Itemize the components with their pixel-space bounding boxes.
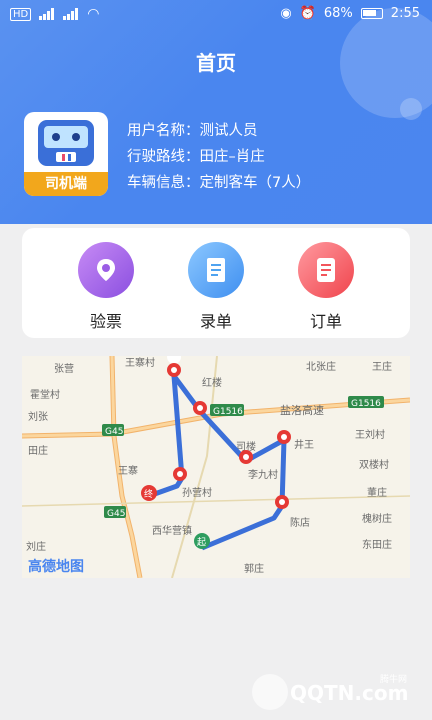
place-label: 刘张 (28, 411, 48, 423)
start-marker: 起 (194, 533, 210, 549)
avatar[interactable]: 司机端 (24, 112, 108, 196)
place-label: 红楼 (202, 376, 222, 389)
row-label: 行驶路线： (127, 149, 200, 165)
map-canvas: G45 G1516 盐洛高速 G45 G1516 张营 霍堂村 刘张 田庄 王寨… (22, 356, 410, 578)
place-label: 孙营村 (182, 486, 212, 499)
stop-marker (173, 467, 187, 481)
place-label: 霍堂村 (30, 388, 60, 401)
end-marker: 终 (141, 485, 157, 501)
action-label: 验票 (89, 312, 122, 331)
watermark: QQTN.com 腾牛网 (240, 670, 420, 714)
header: HD ◠ ◉ ⏰ 68% 2:55 首页 司机端 用户名称：测试人员 行驶路线：… (0, 0, 432, 224)
road-shield-label: G1516 (351, 399, 381, 409)
row-value: 测试人员 (199, 123, 258, 139)
stop-marker (239, 450, 253, 464)
place-label: 张营 (54, 362, 74, 375)
wifi-icon: ◠ (87, 6, 100, 22)
stop-marker (275, 495, 289, 509)
clock-time: 2:55 (390, 6, 420, 21)
page-title: 首页 (196, 51, 236, 75)
place-label: 北张庄 (306, 360, 336, 373)
row-label: 用户名称： (127, 123, 200, 139)
profile-info: 用户名称：测试人员 行驶路线：田庄–肖庄 车辆信息：定制客车（7人） (127, 118, 310, 196)
alarm-icon: ⏰ (299, 6, 316, 21)
place-label: 井王 (294, 438, 314, 451)
decor-dot (400, 98, 422, 120)
profile-row-vehicle: 车辆信息：定制客车（7人） (127, 170, 310, 196)
place-label: 王寨村 (125, 356, 155, 369)
orders-button[interactable]: 订单 (286, 242, 366, 332)
action-label: 订单 (309, 312, 342, 331)
record-button[interactable]: 录单 (176, 242, 256, 332)
profile-row-route: 行驶路线：田庄–肖庄 (127, 144, 310, 170)
verify-ticket-button[interactable]: 验票 (66, 242, 146, 332)
road-shield-label: G1516 (213, 407, 243, 417)
stop-marker (277, 430, 291, 444)
place-label: 陈店 (290, 516, 310, 529)
eye-icon: ◉ (280, 6, 292, 21)
battery-level: 68% (323, 6, 353, 21)
record-icon (188, 242, 244, 298)
road-name-label: 盐洛高速 (280, 403, 324, 417)
ticket-check-icon (78, 242, 134, 298)
place-label: 西华营镇 (152, 524, 192, 537)
stop-marker (167, 356, 182, 377)
route-line (148, 373, 287, 551)
action-card: 验票 录单 订单 (22, 228, 410, 338)
road-shield-label: G45 (107, 509, 125, 519)
status-bar: HD ◠ ◉ ⏰ 68% 2:55 (0, 0, 432, 28)
stop-marker (193, 401, 207, 415)
watermark-site: 腾牛网 (380, 673, 407, 685)
place-label: 王庄 (372, 360, 392, 373)
place-label: 槐树庄 (362, 512, 392, 525)
signal-icon (39, 8, 55, 20)
row-value: 定制客车（7人） (199, 175, 311, 191)
signal-icon (63, 8, 79, 20)
route-map[interactable]: G45 G1516 盐洛高速 G45 G1516 张营 霍堂村 刘张 田庄 王寨… (22, 356, 410, 578)
battery-icon (360, 8, 383, 19)
place-label: 双楼村 (359, 458, 389, 471)
order-icon (298, 242, 354, 298)
place-label: 王寨 (118, 464, 138, 477)
map-brand-label: 高德地图 (28, 558, 84, 575)
road-shield-label: G45 (105, 427, 123, 437)
svg-text:起: 起 (197, 537, 206, 548)
row-value: 田庄–肖庄 (199, 149, 265, 165)
profile-row-username: 用户名称：测试人员 (127, 118, 310, 144)
place-label: 刘庄 (26, 540, 46, 553)
action-label: 录单 (199, 312, 232, 331)
place-label: 郭庄 (244, 562, 264, 575)
avatar-tag: 司机端 (24, 172, 108, 196)
row-label: 车辆信息： (127, 175, 200, 191)
place-label: 东田庄 (362, 538, 392, 551)
place-label: 田庄 (28, 444, 48, 457)
hd-badge: HD (10, 7, 32, 21)
place-label: 李九村 (248, 468, 278, 481)
place-label: 董庄 (367, 486, 387, 499)
place-label: 王刘村 (355, 428, 385, 441)
svg-text:终: 终 (144, 488, 153, 500)
